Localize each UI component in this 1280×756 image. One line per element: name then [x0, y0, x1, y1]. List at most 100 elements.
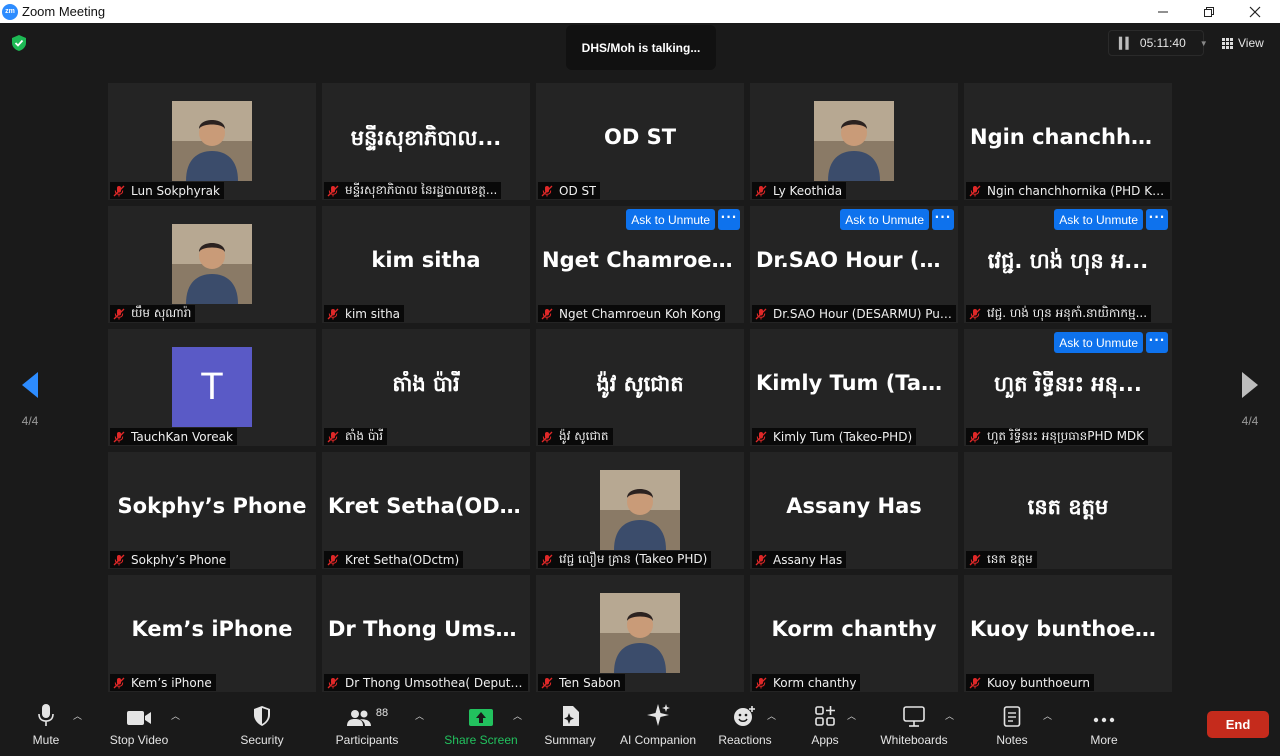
- microphone-muted-icon: [113, 185, 125, 196]
- whiteboard-icon: [903, 706, 925, 727]
- participant-tile[interactable]: យឹម សុណារ៉ា: [108, 206, 316, 323]
- participant-nameplate: Dr.SAO Hour (DESARMU) Pursa...: [752, 305, 956, 322]
- participant-name-label: Dr Thong Umsothea( Deputy di...: [345, 675, 524, 690]
- participant-name-label: Ly Keothida: [773, 183, 843, 198]
- participant-tile[interactable]: Assany Has Assany Has: [750, 452, 958, 569]
- mute-button[interactable]: Mute: [20, 697, 72, 756]
- participant-tile[interactable]: មន្ទីរសុខាភិបាល... មន្ទីរសុខាភិបាល នៃរដ្ឋ…: [322, 83, 530, 200]
- participant-tile[interactable]: Ngin chanchhor... Ngin chanchhornika (PHD…: [964, 83, 1172, 200]
- participant-tile[interactable]: Kuoy bunthoeurn Kuoy bunthoeurn: [964, 575, 1172, 692]
- participant-name-label: Kem’s iPhone: [131, 675, 212, 690]
- participant-tile[interactable]: kim sitha kim sitha: [322, 206, 530, 323]
- microphone-muted-icon: [327, 185, 339, 196]
- participant-photo: [600, 470, 680, 550]
- tile-more-options-button[interactable]: ···: [1146, 332, 1168, 353]
- whiteboards-button[interactable]: Whiteboards: [874, 697, 954, 756]
- participant-tile[interactable]: OD ST OD ST: [536, 83, 744, 200]
- page-indicator-left: 4/4: [21, 414, 39, 428]
- participant-tile[interactable]: វេជ្ជ លឿម គ្រាន (Takeo PHD): [536, 452, 744, 569]
- previous-page-button[interactable]: 4/4: [2, 370, 58, 460]
- microphone-muted-icon: [327, 554, 339, 565]
- participant-display-name: Kuoy bunthoeurn: [970, 617, 1172, 641]
- participant-name-label: នេត ឧត្តម: [987, 551, 1033, 566]
- microphone-muted-icon: [755, 185, 767, 196]
- participant-tile[interactable]: Ly Keothida: [750, 83, 958, 200]
- ai-companion-button[interactable]: AI Companion: [614, 697, 702, 756]
- participant-tile[interactable]: Lun Sokphyrak: [108, 83, 316, 200]
- share-options-caret[interactable]: ︿: [513, 709, 522, 722]
- ask-to-unmute-button[interactable]: Ask to Unmute: [626, 209, 715, 230]
- microphone-muted-icon: [541, 554, 553, 565]
- participant-tile[interactable]: Kem’s iPhone Kem’s iPhone: [108, 575, 316, 692]
- participant-tile[interactable]: ង៉ូវ សូជោត ង៉ូវ សូជោត: [536, 329, 744, 446]
- tile-more-options-button[interactable]: ···: [932, 209, 954, 230]
- participant-tile[interactable]: Kret Setha(ODc... Kret Setha(ODctm): [322, 452, 530, 569]
- participant-nameplate: Sokphy’s Phone: [110, 551, 231, 568]
- participant-name-label: TauchKan Voreak: [131, 429, 233, 444]
- participant-tile[interactable]: Dr.SAO Hour (D... Ask to Unmute ··· Dr.SAO …: [750, 206, 958, 323]
- whiteboards-options-caret[interactable]: ︿: [945, 709, 954, 722]
- audio-options-caret[interactable]: ︿: [73, 709, 82, 722]
- participants-button[interactable]: 88 Participants: [330, 697, 404, 756]
- microphone-muted-icon: [541, 185, 553, 196]
- view-button[interactable]: View: [1214, 30, 1270, 56]
- tile-more-options-button[interactable]: ···: [1146, 209, 1168, 230]
- share-screen-icon: [469, 709, 493, 726]
- participant-tile[interactable]: T TauchKan Voreak: [108, 329, 316, 446]
- apps-button[interactable]: Apps: [800, 697, 850, 756]
- share-screen-label: Share Screen: [444, 733, 518, 747]
- microphone-muted-icon: [113, 554, 125, 565]
- participant-nameplate: Kuoy bunthoeurn: [966, 674, 1094, 691]
- meeting-timer[interactable]: ▍▍ 05:11:40 ▼: [1108, 30, 1208, 56]
- reactions-options-caret[interactable]: ︿: [767, 709, 776, 722]
- tile-more-options-button[interactable]: ···: [718, 209, 740, 230]
- participant-name-label: OD ST: [559, 183, 597, 198]
- stop-video-button[interactable]: Stop Video: [104, 697, 174, 756]
- person-photo-icon: [172, 224, 252, 304]
- notes-button[interactable]: Notes: [988, 697, 1036, 756]
- participant-tile[interactable]: Ten Sabon: [536, 575, 744, 692]
- participants-options-caret[interactable]: ︿: [415, 709, 424, 722]
- end-meeting-button[interactable]: End: [1207, 711, 1269, 738]
- minimize-button[interactable]: [1140, 0, 1186, 23]
- reactions-button[interactable]: Reactions: [715, 697, 775, 756]
- apps-options-caret[interactable]: ︿: [847, 709, 856, 722]
- share-screen-button[interactable]: Share Screen: [442, 697, 520, 756]
- participant-tile[interactable]: ហួត រិទ្ធីនរះ អនុ... Ask to Unmute ··· ហួត …: [964, 329, 1172, 446]
- stop-video-label: Stop Video: [109, 733, 169, 747]
- microphone-muted-icon: [969, 431, 981, 442]
- view-label: View: [1238, 36, 1264, 50]
- ask-to-unmute-button[interactable]: Ask to Unmute: [1054, 209, 1143, 230]
- more-button[interactable]: More: [1080, 697, 1128, 756]
- participant-tile[interactable]: តាំង ប៉ារី តាំង ប៉ារី: [322, 329, 530, 446]
- participant-nameplate: Assany Has: [752, 551, 847, 568]
- summary-button[interactable]: Summary: [540, 697, 600, 756]
- security-button[interactable]: Security: [232, 697, 292, 756]
- participant-tile[interactable]: Nget Chamroeu... Ask to Unmute ··· Nget Cha…: [536, 206, 744, 323]
- ask-to-unmute-button[interactable]: Ask to Unmute: [840, 209, 929, 230]
- participant-tile[interactable]: Kimly Tum (Tak... Kimly Tum (Takeo-PHD): [750, 329, 958, 446]
- participant-nameplate: Ten Sabon: [538, 674, 625, 691]
- participant-tile[interactable]: Sokphy’s Phone Sokphy’s Phone: [108, 452, 316, 569]
- participant-tile[interactable]: Dr Thong Umso... Dr Thong Umsothea( Deput…: [322, 575, 530, 692]
- participant-tile[interactable]: Korm chanthy Korm chanthy: [750, 575, 958, 692]
- next-page-button[interactable]: 4/4: [1222, 370, 1278, 460]
- participant-name-label: kim sitha: [345, 306, 401, 321]
- ask-to-unmute-button[interactable]: Ask to Unmute: [1054, 332, 1143, 353]
- participant-nameplate: តាំង ប៉ារី: [324, 428, 388, 445]
- participant-name-label: Assany Has: [773, 552, 843, 567]
- mute-label: Mute: [32, 733, 60, 747]
- video-options-caret[interactable]: ︿: [171, 709, 180, 722]
- microphone-muted-icon: [969, 677, 981, 688]
- shield-icon: [254, 706, 270, 726]
- maximize-button[interactable]: [1186, 0, 1232, 23]
- participant-tile[interactable]: វេជ្ជ. ហង់ ហុន អ... Ask to Unmute ··· វេជ្ជ…: [964, 206, 1172, 323]
- participant-tile[interactable]: នេត ឧត្តម នេត ឧត្តម: [964, 452, 1172, 569]
- chevron-down-icon: ▼: [1199, 38, 1208, 48]
- participants-count: 88: [375, 707, 389, 719]
- microphone-muted-icon: [327, 431, 339, 442]
- close-button[interactable]: [1232, 0, 1278, 23]
- encryption-shield-icon[interactable]: [10, 34, 28, 52]
- participant-nameplate: Nget Chamroeun Koh Kong: [538, 305, 725, 322]
- notes-options-caret[interactable]: ︿: [1043, 709, 1052, 722]
